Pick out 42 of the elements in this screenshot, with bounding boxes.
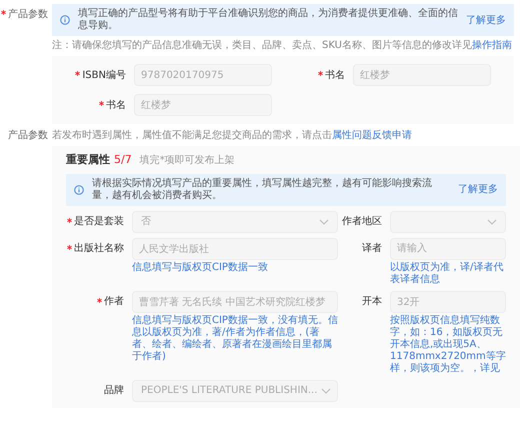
field-hint: 按照版权页信息填写纯数字，如：16，如版权页无开本信息,或出现5A、1178mmx2720mm等字样，则该项为空。，详见 [390, 314, 506, 374]
chevron-down-icon [319, 218, 329, 224]
field-label: 书名 [325, 68, 345, 82]
notice-text: 填写正确的产品型号将有助于平台准确识别您的商品，为消费者提供更准确、全面的信息导购。 [78, 8, 458, 32]
learn-more-link[interactable]: 了解更多 [466, 12, 506, 28]
field-label: 作者 [104, 294, 124, 309]
info-icon [60, 15, 70, 25]
field-label: 书名 [106, 98, 126, 112]
section-label: 产品参数 [8, 130, 48, 142]
field-label: 是否是套装 [74, 214, 124, 229]
chevron-down-icon [487, 218, 497, 224]
note-text: 若发布时遇到属性，属性值不能满足您提交商品的需求，请点击属性问题反馈申请 [52, 130, 412, 142]
field-label: 作者地区 [342, 214, 382, 229]
input-field[interactable]: 曹雪芹著 无名氏续 中国艺术研究院红楼梦 [132, 290, 338, 312]
section-subtitle: 填完*项即可发布上架 [140, 154, 235, 168]
field-label: 开本 [362, 294, 382, 309]
input-field[interactable]: 9787020170975 [134, 64, 272, 86]
notice-text: 请根据实际情况填写产品的重要属性，填写属性越完整，越有可能影响搜索流量，越有机会被消费者购买。 [92, 178, 433, 202]
field-label: 译者 [362, 242, 382, 256]
chevron-down-icon [321, 388, 332, 394]
field-label: 出版社名称 [74, 242, 124, 256]
input-field[interactable]: 红楼梦 [134, 94, 272, 116]
info-icon [74, 184, 84, 194]
input-field[interactable]: 32开 [390, 290, 506, 312]
field-label: ISBN编号 [82, 68, 126, 82]
select-field[interactable]: PEOPLE'S LITERATURE PUBLISHIN... [132, 380, 338, 402]
select-field[interactable] [390, 210, 506, 232]
learn-more-link[interactable]: 了解更多 [458, 182, 498, 197]
field-hint: 以版权页为准，译/译者代表译者信息 [390, 262, 504, 286]
note-text: 注：请确保您填写的产品信息准确无误，类目、品牌、卖点、SKU名称、图片等信息的修改详见操作指南 [52, 40, 513, 52]
field-hint: 信息填写与版权页CIP数据一致，没有填无。信息以版权页为准，著/作者为作者信息，(著者、绘者、编绘者、原著者在漫画绘目里都属于作者) [132, 314, 338, 362]
input-field[interactable]: 人民文学出版社 [132, 238, 338, 260]
progress-count: 5/7 [114, 152, 132, 168]
note-link[interactable]: 操作指南 [472, 40, 512, 51]
field-label: 品牌 [104, 384, 124, 398]
note-link[interactable]: 属性问题反馈申请 [332, 130, 412, 141]
section-label: 产品参数 [8, 8, 48, 22]
input-field[interactable]: 请输入 [390, 238, 506, 260]
input-field[interactable]: 红楼梦 [353, 64, 491, 86]
section-title: 重要属性 [66, 152, 110, 168]
select-field[interactable]: 否 [132, 210, 338, 232]
field-hint: 信息填写与版权页CIP数据一致 [132, 262, 269, 274]
